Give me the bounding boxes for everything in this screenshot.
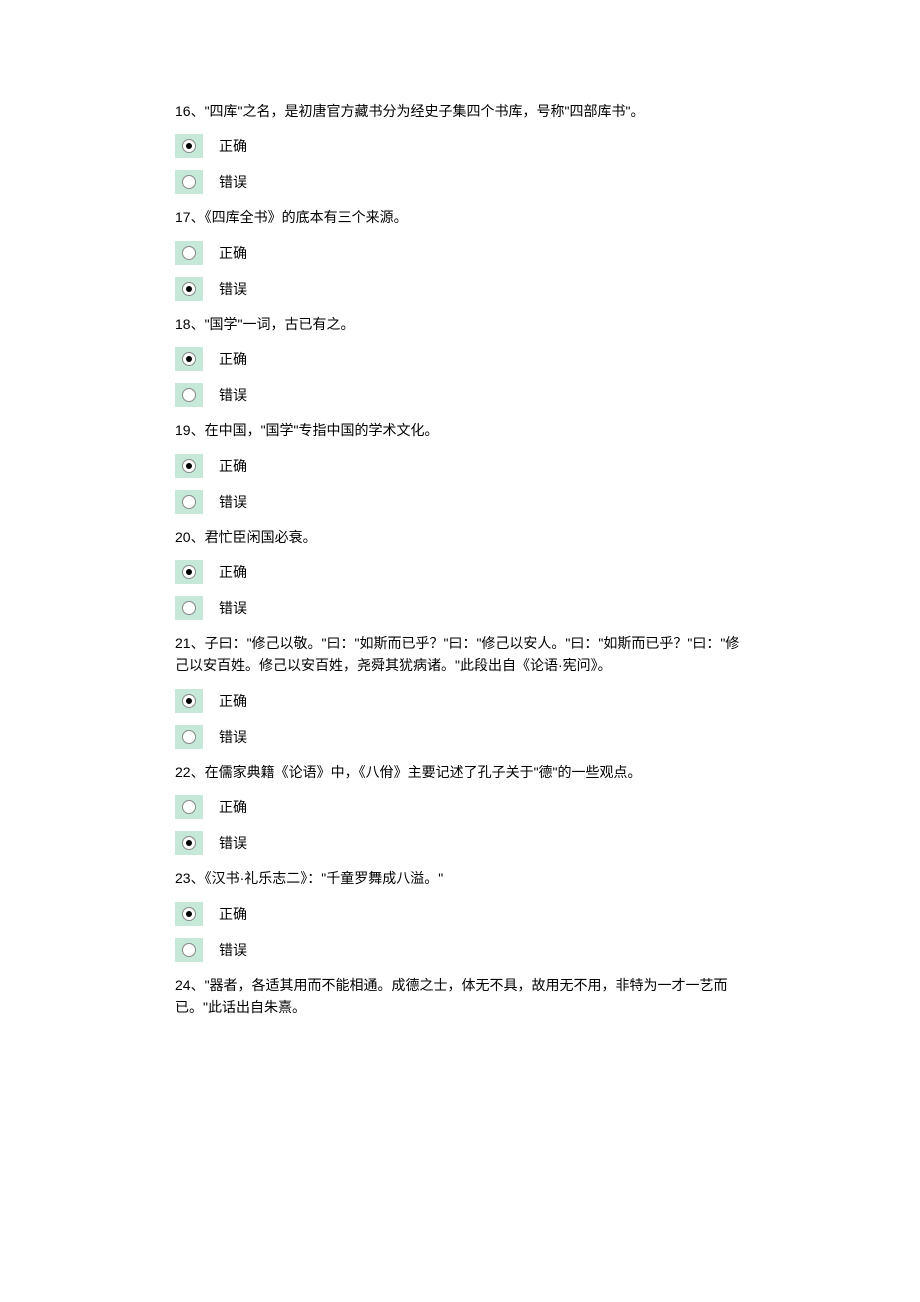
radio-icon <box>175 383 203 407</box>
option-label: 正确 <box>219 246 247 260</box>
radio-icon <box>175 241 203 265</box>
radio-icon <box>175 689 203 713</box>
option-label: 正确 <box>219 694 247 708</box>
option-wrong[interactable]: 错误 <box>175 831 745 855</box>
question-text: 20、君忙臣闲国必衰。 <box>175 526 745 548</box>
radio-icon <box>175 795 203 819</box>
option-label: 错误 <box>219 943 247 957</box>
option-correct[interactable]: 正确 <box>175 454 745 478</box>
radio-icon <box>175 134 203 158</box>
option-correct[interactable]: 正确 <box>175 347 745 371</box>
question-text: 22、在儒家典籍《论语》中，《八佾》主要记述了孔子关于"德"的一些观点。 <box>175 761 745 783</box>
option-wrong[interactable]: 错误 <box>175 490 745 514</box>
radio-icon <box>175 560 203 584</box>
question-text: 18、"国学"一词，古已有之。 <box>175 313 745 335</box>
option-wrong[interactable]: 错误 <box>175 170 745 194</box>
radio-icon <box>175 596 203 620</box>
radio-icon <box>175 277 203 301</box>
option-correct[interactable]: 正确 <box>175 795 745 819</box>
option-label: 错误 <box>219 601 247 615</box>
question-text: 16、"四库"之名，是初唐官方藏书分为经史子集四个书库，号称"四部库书"。 <box>175 100 745 122</box>
option-label: 错误 <box>219 388 247 402</box>
radio-icon <box>175 725 203 749</box>
option-label: 正确 <box>219 139 247 153</box>
radio-icon <box>175 831 203 855</box>
question-text: 24、"器者，各适其用而不能相通。成德之士，体无不具，故用无不用，非特为一才一艺… <box>175 974 745 1019</box>
option-correct[interactable]: 正确 <box>175 241 745 265</box>
option-correct[interactable]: 正确 <box>175 902 745 926</box>
option-correct[interactable]: 正确 <box>175 689 745 713</box>
option-wrong[interactable]: 错误 <box>175 277 745 301</box>
radio-icon <box>175 902 203 926</box>
radio-icon <box>175 454 203 478</box>
option-correct[interactable]: 正确 <box>175 560 745 584</box>
option-wrong[interactable]: 错误 <box>175 938 745 962</box>
option-label: 错误 <box>219 730 247 744</box>
radio-icon <box>175 170 203 194</box>
option-label: 正确 <box>219 907 247 921</box>
option-wrong[interactable]: 错误 <box>175 596 745 620</box>
option-wrong[interactable]: 错误 <box>175 383 745 407</box>
option-label: 正确 <box>219 800 247 814</box>
option-label: 错误 <box>219 836 247 850</box>
option-label: 正确 <box>219 565 247 579</box>
radio-icon <box>175 490 203 514</box>
option-wrong[interactable]: 错误 <box>175 725 745 749</box>
radio-icon <box>175 938 203 962</box>
option-correct[interactable]: 正确 <box>175 134 745 158</box>
option-label: 错误 <box>219 495 247 509</box>
question-text: 21、子曰："修己以敬。"曰："如斯而已乎？"曰："修己以安人。"曰："如斯而已… <box>175 632 745 677</box>
question-text: 17、《四库全书》的底本有三个来源。 <box>175 206 745 228</box>
option-label: 正确 <box>219 459 247 473</box>
option-label: 错误 <box>219 175 247 189</box>
question-text: 23、《汉书·礼乐志二》："千童罗舞成八溢。" <box>175 867 745 889</box>
radio-icon <box>175 347 203 371</box>
option-label: 错误 <box>219 282 247 296</box>
question-text: 19、在中国，"国学"专指中国的学术文化。 <box>175 419 745 441</box>
option-label: 正确 <box>219 352 247 366</box>
